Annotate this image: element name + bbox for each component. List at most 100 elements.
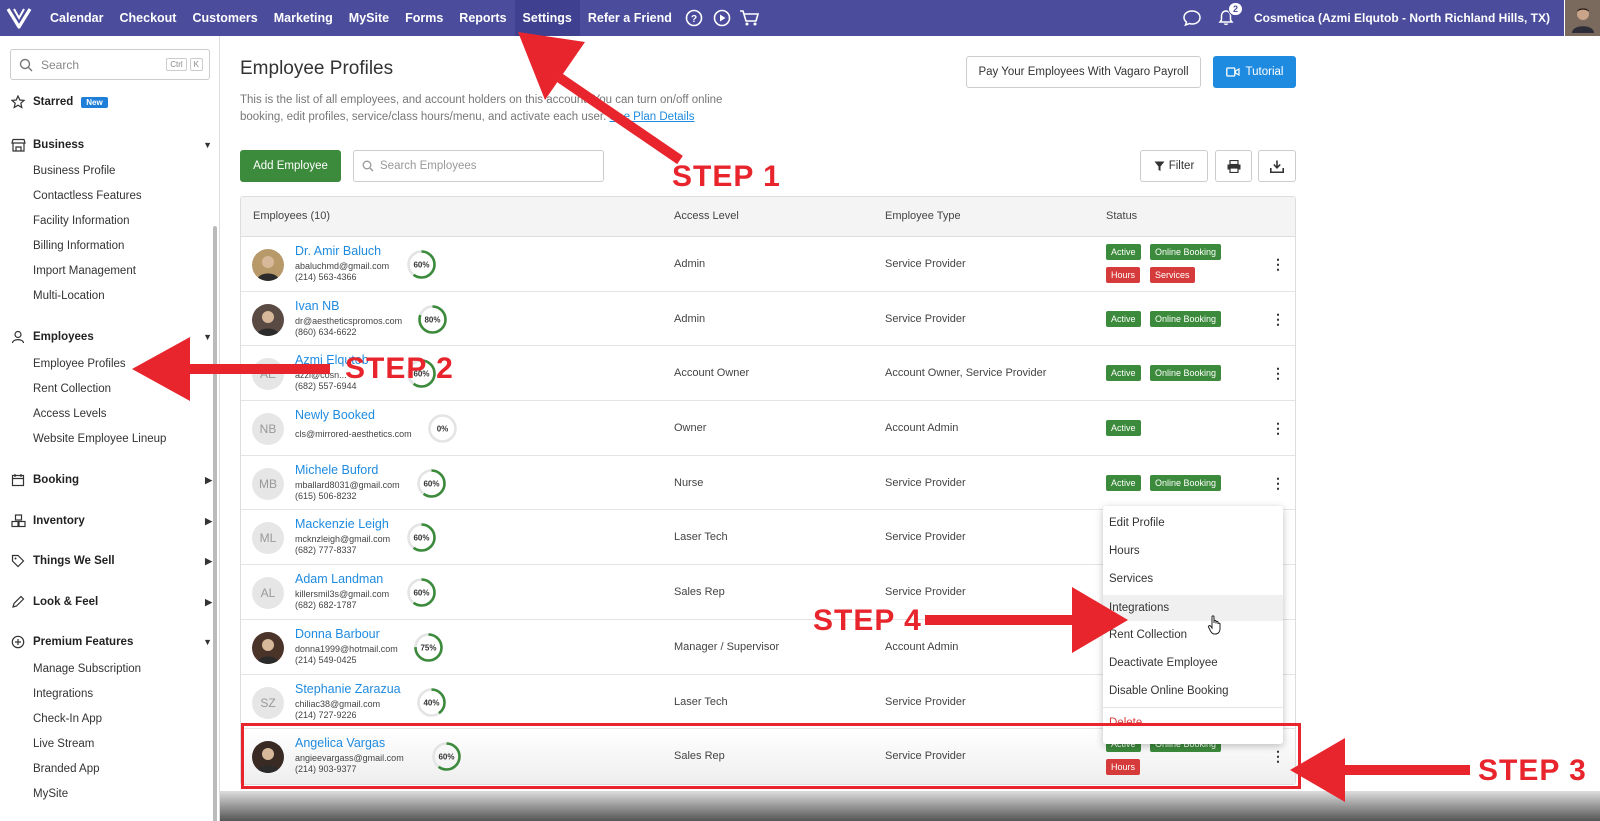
highlight-box-last-row [241,723,1301,789]
filter-label: Filter [1168,160,1195,172]
table-row[interactable]: Dr. Amir Baluch abaluchmd@gmail.com (214) … [241,237,1295,292]
sidebar-item-business-profile[interactable]: Business Profile [33,165,115,177]
row-more-options-icon[interactable]: ⋮ [1271,418,1285,438]
row-more-options-icon[interactable]: ⋮ [1271,363,1285,383]
sidebar-scrollbar[interactable] [213,226,217,821]
sidebar-section-things-we-sell[interactable]: Things We Sell ▶ [10,553,212,569]
sidebar-search-input[interactable]: Search Ctrl K [10,49,210,80]
completion-percent: 0% [437,425,449,434]
right-blank-area [1315,36,1600,821]
sidebar-item-access-levels[interactable]: Access Levels [33,408,107,420]
play-icon[interactable] [708,0,736,36]
menu-disable-online-booking[interactable]: Disable Online Booking [1109,685,1229,697]
chat-icon[interactable] [1178,0,1206,36]
menu-deactivate-employee[interactable]: Deactivate Employee [1109,657,1218,669]
nav-right-area: 2 Cosmetica (Azmi Elqutob - North Richla… [1178,0,1600,36]
sidebar-item-contactless-features[interactable]: Contactless Features [33,190,142,202]
filter-button[interactable]: Filter [1140,150,1208,182]
print-button[interactable] [1215,150,1252,182]
nav-forms[interactable]: Forms [397,0,451,36]
sidebar-item-facility-information[interactable]: Facility Information [33,215,130,227]
employee-name-link[interactable]: Michele Buford [295,463,378,477]
sidebar-item-import-management[interactable]: Import Management [33,265,136,277]
menu-hours[interactable]: Hours [1109,545,1140,557]
sidebar-section-inventory[interactable]: Inventory ▶ [10,513,212,529]
video-camera-icon [1225,67,1240,77]
nav-mysite[interactable]: MySite [341,0,397,36]
sidebar-item-integrations[interactable]: Integrations [33,688,93,700]
profile-completion-ring: 80% [418,304,447,334]
sidebar-item-mysite[interactable]: MySite [33,788,68,800]
sidebar-item-website-employee-lineup[interactable]: Website Employee Lineup [33,433,166,445]
sidebar-item-live-stream[interactable]: Live Stream [33,738,94,750]
vagaro-logo[interactable] [2,0,36,36]
step1-label: STEP 1 [672,160,781,193]
table-row[interactable]: Ivan NB dr@aestheticspromos.com (860) 634-… [241,292,1295,347]
access-level-cell: Laser Tech [674,695,728,708]
sidebar-item-rent-collection[interactable]: Rent Collection [33,383,111,395]
row-more-options-icon[interactable]: ⋮ [1271,309,1285,329]
user-avatar[interactable] [1564,0,1600,36]
employee-search-input[interactable]: Search Employees [353,150,604,182]
employee-email: mballard8031@gmail.com [295,479,400,490]
help-icon[interactable]: ? [680,0,708,36]
employee-name-link[interactable]: Ivan NB [295,299,339,313]
menu-services[interactable]: Services [1109,573,1153,585]
sidebar-item-multi-location[interactable]: Multi-Location [33,290,105,302]
menu-rent-collection[interactable]: Rent Collection [1109,629,1187,641]
sidebar-section-booking[interactable]: Booking ▶ [10,472,212,488]
employee-name-link[interactable]: Dr. Amir Baluch [295,244,381,258]
col-status: Status [1106,210,1138,222]
access-level-cell: Admin [674,258,706,270]
employee-name-link[interactable]: Donna Barbour [295,627,380,641]
employee-phone: (615) 506-8232 [295,490,357,501]
nav-reports[interactable]: Reports [451,0,514,36]
vagaro-payroll-button[interactable]: Pay Your Employees With Vagaro Payroll [966,56,1201,88]
nav-checkout[interactable]: Checkout [112,0,185,36]
employee-email: abaluchmd@gmail.com [295,261,390,271]
sidebar-item-check-in-app[interactable]: Check-In App [33,713,102,725]
sidebar-item-branded-app[interactable]: Branded App [33,763,100,775]
bottom-shadow [220,791,1600,821]
store-icon [10,137,26,153]
employee-name-link[interactable]: Newly Booked [295,408,375,422]
employee-name-link[interactable]: Stephanie Zarazua [295,682,401,696]
table-row[interactable]: MB Michele Buford mballard8031@gmail.com (6… [241,456,1295,511]
business-selector[interactable]: Cosmetica (Azmi Elqutob - North Richland… [1254,11,1550,25]
sidebar-item-employee-profiles[interactable]: Employee Profiles [33,358,126,370]
nav-settings[interactable]: Settings [514,0,580,36]
sidebar-starred[interactable]: Starred New [10,94,212,110]
sidebar-section-premium-features[interactable]: Premium Features ▼ [10,634,212,650]
menu-integrations[interactable]: Integrations [1103,595,1283,621]
nav-marketing[interactable]: Marketing [266,0,341,36]
access-level-cell: Account Owner [674,367,750,380]
profile-completion-ring: 40% [417,687,446,717]
cart-icon[interactable] [736,0,764,36]
sidebar-look-label: Look & Feel [33,596,99,608]
row-more-options-icon[interactable]: ⋮ [1271,473,1285,493]
employee-type-cell: Account Owner, Service Provider [885,367,1047,380]
see-plan-details-link[interactable]: See Plan Details [610,111,695,123]
table-row[interactable]: NB Newly Booked cls@mirrored-aesthetics.co… [241,401,1295,456]
sidebar-section-employees[interactable]: Employees ▼ [10,329,212,345]
search-icon [362,160,374,172]
notifications-icon[interactable]: 2 [1212,0,1243,36]
download-button[interactable] [1258,150,1296,182]
employee-type-cell: Account Admin [885,640,959,653]
employee-email: chiliac38@gmail.com [295,698,381,709]
sidebar-section-business[interactable]: Business ▼ [10,137,212,153]
tutorial-button[interactable]: Tutorial [1213,56,1296,88]
nav-refer-a-friend[interactable]: Refer a Friend [580,0,680,36]
nav-customers[interactable]: Customers [184,0,265,36]
nav-calendar[interactable]: Calendar [42,0,112,36]
employee-name-link[interactable]: Adam Landman [295,572,383,586]
sidebar-item-manage-subscription[interactable]: Manage Subscription [33,663,141,675]
row-more-options-icon[interactable]: ⋮ [1271,254,1285,274]
menu-edit-profile[interactable]: Edit Profile [1109,517,1165,529]
caret-down-icon: ▼ [203,637,212,647]
sidebar-section-look-and-feel[interactable]: Look & Feel ▶ [10,594,212,610]
sidebar-item-billing-information[interactable]: Billing Information [33,240,124,252]
caret-right-icon: ▶ [205,474,212,485]
employee-name-link[interactable]: Mackenzie Leigh [295,517,389,531]
add-employee-button[interactable]: Add Employee [240,150,341,182]
